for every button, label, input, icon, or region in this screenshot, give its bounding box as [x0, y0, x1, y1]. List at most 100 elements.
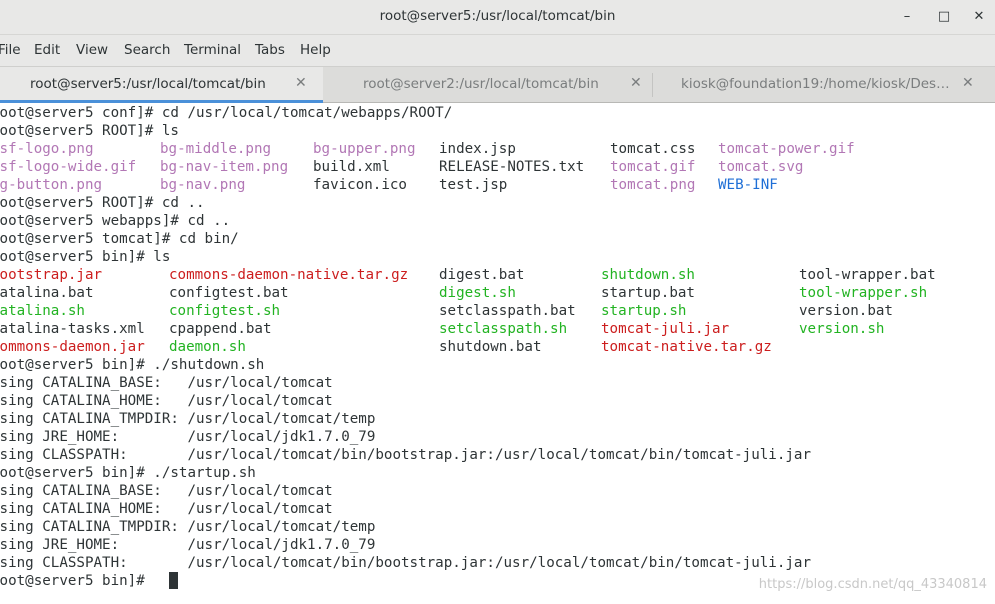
terminal-line: catalina.bat configtest.bat digest.sh st… [0, 284, 927, 302]
file-entry: asf-logo.png [0, 141, 94, 157]
file-entry: tool-wrapper.bat [799, 267, 936, 283]
file-entry: bg-middle.png [160, 141, 272, 157]
file-entry: configtest.bat [169, 285, 289, 301]
terminal-line: root@server5 ROOT]# ls [0, 122, 179, 140]
file-entry: tomcat.css [610, 141, 696, 157]
file-entry: shutdown.bat [439, 339, 542, 355]
terminal-line: root@server5 bin]# [0, 572, 178, 590]
command-text: root@server5 conf]# cd /usr/local/tomcat… [0, 105, 453, 121]
file-entry: build.xml [313, 159, 390, 175]
tab-close-icon[interactable]: ✕ [295, 75, 307, 91]
tab-bar: root@server5:/usr/local/tomcat/bin ✕ roo… [0, 66, 995, 103]
directory-entry: WEB-INF [718, 177, 778, 193]
command-text: root@server5 bin]# ./startup.sh [0, 465, 256, 481]
output-text: Using CATALINA_BASE: /usr/local/tomcat [0, 483, 333, 499]
file-entry: asf-logo-wide.gif [0, 159, 137, 175]
file-entry: catalina.sh [0, 303, 85, 319]
output-text: Using JRE_HOME: /usr/local/jdk1.7.0_79 [0, 537, 376, 553]
file-entry: commons-daemon.jar [0, 339, 145, 355]
terminal-line: root@server5 conf]# cd /usr/local/tomcat… [0, 104, 452, 122]
terminal-line: root@server5 ROOT]# cd .. [0, 194, 205, 212]
file-entry: startup.bat [601, 285, 695, 301]
file-entry: test.jsp [439, 177, 508, 193]
title-bar: root@server5:/usr/local/tomcat/bin – □ ✕ [0, 0, 995, 35]
output-text: Using CATALINA_HOME: /usr/local/tomcat [0, 501, 333, 517]
file-entry: catalina.bat [0, 285, 94, 301]
file-entry: tomcat.png [610, 177, 696, 193]
terminal-line: root@server5 bin]# ls [0, 248, 170, 266]
file-entry: tomcat.gif [610, 159, 696, 175]
terminal-line: catalina.sh configtest.sh setclasspath.b… [0, 302, 893, 320]
file-entry: bg-upper.png [313, 141, 416, 157]
menu-file[interactable]: File [0, 42, 21, 58]
terminal-line: bg-button.png bg-nav.png favicon.ico tes… [0, 176, 778, 194]
command-text: root@server5 bin]# ls [0, 249, 171, 265]
output-text: Using JRE_HOME: /usr/local/jdk1.7.0_79 [0, 429, 376, 445]
file-entry: version.bat [799, 303, 893, 319]
maximize-icon[interactable]: □ [933, 6, 955, 28]
file-entry: bg-nav.png [160, 177, 246, 193]
output-text: Using CATALINA_HOME: /usr/local/tomcat [0, 393, 333, 409]
command-text: root@server5 ROOT]# ls [0, 123, 179, 139]
file-entry: tomcat.svg [718, 159, 804, 175]
terminal-line: bootstrap.jar commons-daemon-native.tar.… [0, 266, 936, 284]
window-title: root@server5:/usr/local/tomcat/bin [379, 8, 616, 24]
output-text: Using CATALINA_TMPDIR: /usr/local/tomcat… [0, 519, 376, 535]
file-entry: favicon.ico [313, 177, 407, 193]
file-entry: digest.sh [439, 285, 516, 301]
file-entry: version.sh [799, 321, 885, 337]
terminal-line: commons-daemon.jar daemon.sh shutdown.ba… [0, 338, 772, 356]
file-entry: tomcat-power.gif [718, 141, 855, 157]
menu-terminal[interactable]: Terminal [184, 42, 241, 58]
file-entry: index.jsp [439, 141, 516, 157]
terminal-line: root@server5 tomcat]# cd bin/ [0, 230, 239, 248]
tab-close-icon[interactable]: ✕ [630, 75, 642, 91]
menu-search[interactable]: Search [124, 42, 170, 58]
file-entry: setclasspath.sh [439, 321, 568, 337]
menu-view[interactable]: View [76, 42, 108, 58]
command-text: root@server5 ROOT]# cd .. [0, 195, 205, 211]
command-text: root@server5 bin]# ./shutdown.sh [0, 357, 265, 373]
file-entry: catalina-tasks.xml [0, 321, 145, 337]
menu-help[interactable]: Help [300, 42, 331, 58]
file-entry: tomcat-native.tar.gz [601, 339, 772, 355]
output-text: Using CATALINA_BASE: /usr/local/tomcat [0, 375, 333, 391]
tab-label: kiosk@foundation19:/home/kiosk/Des… [681, 76, 950, 92]
file-entry: tool-wrapper.sh [799, 285, 928, 301]
file-entry: commons-daemon-native.tar.gz [169, 267, 409, 283]
command-text: root@server5 webapps]# cd .. [0, 213, 231, 229]
menu-tabs[interactable]: Tabs [255, 42, 285, 58]
tab-server5[interactable]: root@server5:/usr/local/tomcat/bin ✕ [0, 67, 323, 103]
tab-server2[interactable]: root@server2:/usr/local/tomcat/bin ✕ [324, 67, 652, 103]
minimize-icon[interactable]: – [896, 6, 918, 28]
close-window-icon[interactable]: ✕ [968, 6, 990, 28]
file-entry: configtest.sh [169, 303, 281, 319]
tab-close-icon[interactable]: ✕ [962, 75, 974, 91]
file-entry: bg-button.png [0, 177, 103, 193]
terminal-line: asf-logo.png bg-middle.png bg-upper.png … [0, 140, 855, 158]
command-text: root@server5 tomcat]# cd bin/ [0, 231, 239, 247]
file-entry: bg-nav-item.png [160, 159, 289, 175]
terminal-line: asf-logo-wide.gif bg-nav-item.png build.… [0, 158, 803, 176]
file-entry: daemon.sh [169, 339, 246, 355]
output-text: Using CLASSPATH: /usr/local/tomcat/bin/b… [0, 447, 811, 463]
file-entry: shutdown.sh [601, 267, 695, 283]
tab-label: root@server2:/usr/local/tomcat/bin [363, 76, 599, 92]
file-entry: digest.bat [439, 267, 525, 283]
terminal-line: root@server5 webapps]# cd .. [0, 212, 230, 230]
menu-edit[interactable]: Edit [34, 42, 60, 58]
output-text: Using CATALINA_TMPDIR: /usr/local/tomcat… [0, 411, 376, 427]
tab-foundation19[interactable]: kiosk@foundation19:/home/kiosk/Des… ✕ [653, 67, 995, 103]
prompt-text: root@server5 bin]# [0, 573, 154, 589]
watermark: https://blog.csdn.net/qq_43340814 [758, 577, 987, 592]
tab-label: root@server5:/usr/local/tomcat/bin [30, 76, 266, 92]
terminal-line: catalina-tasks.xml cpappend.bat setclass… [0, 320, 884, 338]
file-entry: setclasspath.bat [439, 303, 576, 319]
file-entry: tomcat-juli.jar [601, 321, 730, 337]
file-entry: startup.sh [601, 303, 687, 319]
file-entry: RELEASE-NOTES.txt [439, 159, 585, 175]
terminal-output[interactable]: root@server5 conf]# cd /usr/local/tomcat… [0, 103, 995, 604]
file-entry: bootstrap.jar [0, 267, 103, 283]
file-entry: cpappend.bat [169, 321, 272, 337]
menu-bar: File Edit View Search Terminal Tabs Help [0, 35, 995, 66]
